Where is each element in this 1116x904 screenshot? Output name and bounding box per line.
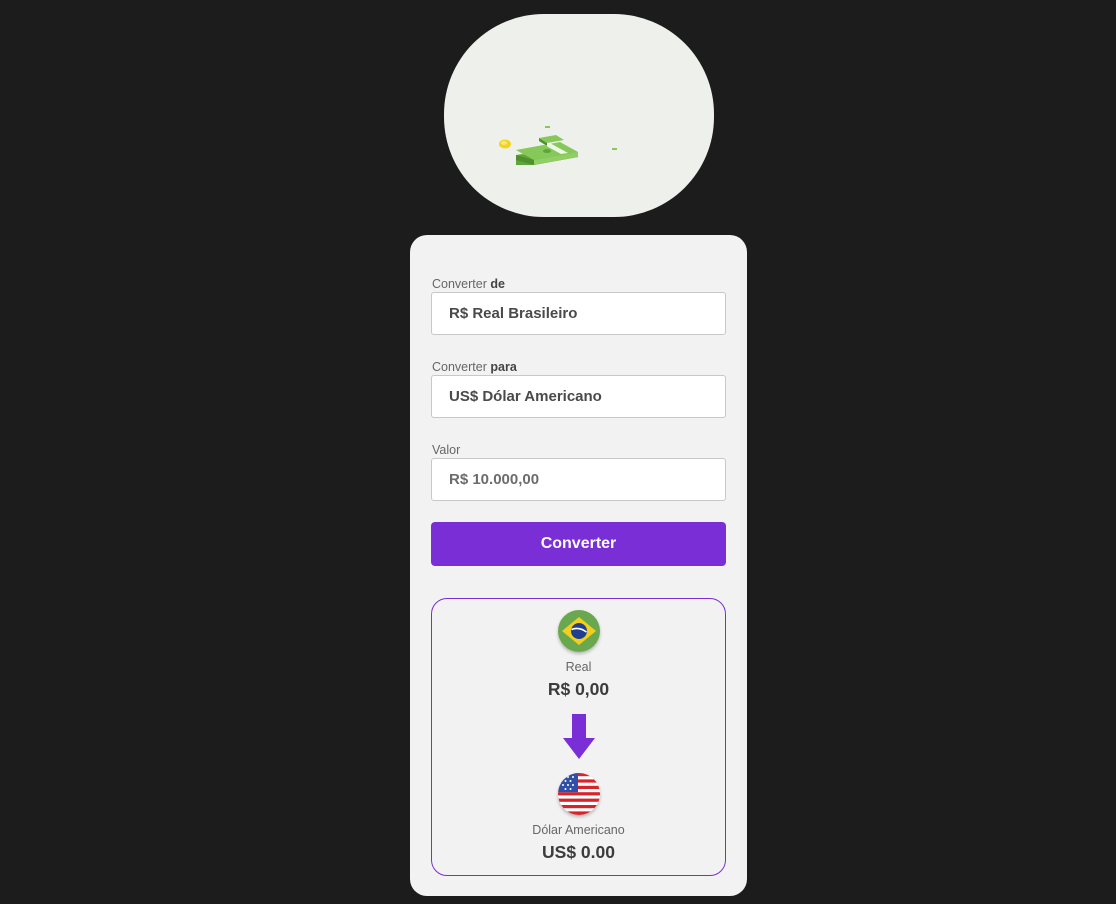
logo xyxy=(444,14,714,217)
amount-label: Valor xyxy=(432,443,461,457)
amount-placeholder: R$ 10.000,00 xyxy=(449,471,540,488)
from-currency-select[interactable]: R$ Real Brasileiro xyxy=(431,292,726,335)
converter-card: Converter de R$ Real Brasileiro Converte… xyxy=(410,235,747,896)
brazil-flag-icon xyxy=(558,610,600,652)
target-currency-value: US$ 0.00 xyxy=(542,842,615,862)
source-currency-value: R$ 0,00 xyxy=(547,679,610,699)
to-currency-select[interactable]: US$ Dólar Americano xyxy=(431,375,726,418)
convert-button[interactable]: Converter xyxy=(431,522,726,566)
from-label: Converter de xyxy=(432,277,505,291)
to-label: Converter para xyxy=(432,360,517,374)
arrow-down-icon xyxy=(563,714,595,759)
amount-input[interactable]: R$ 10.000,00 xyxy=(431,458,726,501)
money-stack-icon xyxy=(499,126,617,165)
result-panel: Real R$ 0,00 Dólar Americano US$ 0.00 xyxy=(431,598,726,876)
to-currency-value: US$ Dólar Americano xyxy=(449,388,602,405)
from-currency-value: R$ Real Brasileiro xyxy=(449,305,578,322)
target-currency-name: Dólar Americano xyxy=(532,823,625,837)
source-currency-name: Real xyxy=(565,660,592,674)
usa-flag-icon xyxy=(558,773,600,815)
